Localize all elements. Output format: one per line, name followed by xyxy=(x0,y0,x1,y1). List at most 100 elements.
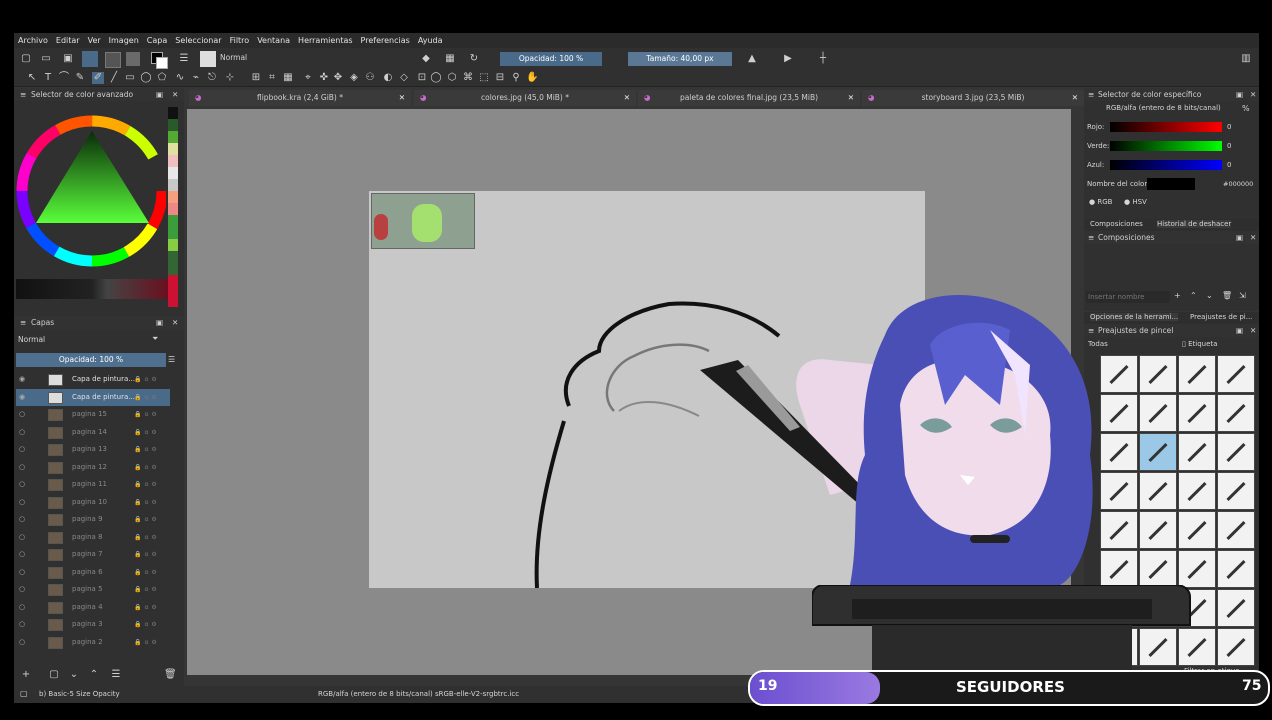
line-icon[interactable]: ╱ xyxy=(108,72,120,84)
reload-preset-icon[interactable]: ↻ xyxy=(468,53,480,65)
duplicate-layer-icon[interactable]: ▢ xyxy=(48,669,60,681)
layer-row[interactable]: ○ pagina 7 🔒α⚙ xyxy=(16,546,170,563)
color-wheel[interactable] xyxy=(16,111,166,271)
specific-menu-icon[interactable]: ≡ xyxy=(1088,88,1094,101)
azul-slider[interactable] xyxy=(1110,160,1222,170)
tab-undo-history[interactable]: Historial de deshacer xyxy=(1157,220,1232,228)
specific-close-icon[interactable]: ✕ xyxy=(1250,88,1256,101)
layer-row[interactable]: ○ pagina 13 🔒α⚙ xyxy=(16,441,170,458)
mirror-vertical-icon[interactable]: ▶ xyxy=(782,53,794,65)
layer-lock-alpha-icon[interactable]: 🔒α⚙ xyxy=(134,616,160,633)
eye-closed-icon[interactable]: ○ xyxy=(19,424,25,441)
percent-icon[interactable]: % xyxy=(1242,104,1250,113)
menu-item-6[interactable]: Filtro xyxy=(226,36,254,45)
close-tab-icon[interactable]: ✕ xyxy=(1072,90,1078,106)
shade-selector[interactable] xyxy=(16,279,168,299)
color-model-select[interactable]: RGB/alfa (entero de 8 bits/canal) xyxy=(1106,104,1221,112)
polyline-icon[interactable]: ∿ xyxy=(174,72,186,84)
add-layer-icon[interactable]: + xyxy=(20,669,32,681)
document-tab[interactable]: ◕ storyboard 3.jpg (23,5 MiB) ✕ xyxy=(862,90,1084,106)
save-icon[interactable]: ▣ xyxy=(62,53,74,65)
close-tab-icon[interactable]: ✕ xyxy=(848,90,854,106)
smart-patch-icon[interactable]: ◈ xyxy=(348,72,360,84)
menu-item-2[interactable]: Ver xyxy=(84,36,105,45)
layer-row[interactable]: ○ pagina 14 🔒α⚙ xyxy=(16,424,170,441)
layer-row[interactable]: ○ pagina 11 🔒α⚙ xyxy=(16,476,170,493)
layer-properties-icon[interactable]: ☰ xyxy=(110,669,122,681)
layers-float-icon[interactable]: ▣ xyxy=(156,316,163,329)
verde-slider[interactable] xyxy=(1110,141,1222,151)
wrap-around-icon[interactable]: ┼ xyxy=(817,53,829,65)
layer-filter-icon[interactable]: ⏷ xyxy=(152,334,158,344)
pan-icon[interactable]: ✋ xyxy=(526,72,538,84)
layers-menu-icon[interactable]: ≡ xyxy=(20,316,26,329)
brush-preset-item[interactable] xyxy=(1178,511,1216,549)
pattern-icon[interactable] xyxy=(126,52,140,66)
close-icon[interactable]: ✕ xyxy=(172,88,178,101)
layer-lock-alpha-icon[interactable]: 🔒α⚙ xyxy=(134,546,160,563)
layer-lock-alpha-icon[interactable]: 🔒α⚙ xyxy=(134,529,160,546)
brush-status[interactable]: b) Basic-5 Size Opacity xyxy=(39,690,120,698)
eye-closed-icon[interactable]: ○ xyxy=(19,511,25,528)
fill-icon[interactable]: ✜ xyxy=(318,72,330,84)
opacity-slider[interactable]: Opacidad: 100 % xyxy=(500,52,602,66)
freehand-brush-icon[interactable]: ✎ xyxy=(74,72,86,84)
new-document-icon[interactable]: ▢ xyxy=(20,53,32,65)
rect-select-icon[interactable]: ⊡ xyxy=(416,72,428,84)
layer-row[interactable]: ○ pagina 5 🔒α⚙ xyxy=(16,581,170,598)
rojo-slider[interactable] xyxy=(1110,122,1222,132)
layer-row[interactable]: ○ pagina 10 🔒α⚙ xyxy=(16,494,170,511)
compositions-close-icon[interactable]: ✕ xyxy=(1250,231,1256,244)
polygon-icon[interactable]: ⬠ xyxy=(156,72,168,84)
reference-icon[interactable]: ◇ xyxy=(398,72,410,84)
measure-icon[interactable]: ◐ xyxy=(382,72,394,84)
specific-float-icon[interactable]: ▣ xyxy=(1236,88,1243,101)
layer-lock-alpha-icon[interactable]: 🔒α⚙ xyxy=(134,511,160,528)
mirror-horizontal-icon[interactable]: ▲ xyxy=(746,53,758,65)
brush-preset-item[interactable] xyxy=(1217,550,1255,588)
compositions-float-icon[interactable]: ▣ xyxy=(1236,231,1243,244)
brush-preset-item[interactable] xyxy=(1217,511,1255,549)
comp-down-icon[interactable]: ⌄ xyxy=(1206,291,1213,300)
poly-select-icon[interactable]: ⬡ xyxy=(446,72,458,84)
layer-lock-alpha-icon[interactable]: 🔒α⚙ xyxy=(134,476,160,493)
layer-row[interactable]: ○ pagina 2 🔒α⚙ xyxy=(16,634,170,651)
menu-item-3[interactable]: Imagen xyxy=(105,36,143,45)
brush-preset-item[interactable] xyxy=(1217,589,1255,627)
menu-item-5[interactable]: Seleccionar xyxy=(171,36,225,45)
tag-button[interactable]: ▯ Etiqueta xyxy=(1182,340,1217,348)
layer-row[interactable]: ○ pagina 15 🔒α⚙ xyxy=(16,406,170,423)
color-history[interactable] xyxy=(168,107,178,307)
bezier-icon[interactable]: ⌁ xyxy=(190,72,202,84)
layer-row[interactable]: ○ pagina 12 🔒α⚙ xyxy=(16,459,170,476)
layer-lock-alpha-icon[interactable]: 🔒α⚙ xyxy=(134,441,160,458)
crop-icon[interactable]: ▦ xyxy=(282,72,294,84)
float-icon[interactable]: ▣ xyxy=(156,88,163,101)
brush-preset-item[interactable] xyxy=(1217,355,1255,393)
blend-mode-select[interactable]: Normal xyxy=(220,53,247,62)
workspace-icon[interactable]: ▥ xyxy=(1240,53,1252,65)
eraser-icon[interactable]: ◆ xyxy=(420,53,432,65)
ellipse-select-icon[interactable]: ◯ xyxy=(430,72,442,84)
document-tab[interactable]: ◕ flipbook.kra (2,4 GiB) * ✕ xyxy=(189,90,411,106)
layer-lock-alpha-icon[interactable]: 🔒α⚙ xyxy=(134,581,160,598)
layer-row[interactable]: ◉ Capa de pintura... 🔒α⚙ xyxy=(16,388,170,406)
brush-icon[interactable]: ✐ xyxy=(92,72,104,84)
freehand-select-icon[interactable]: ⌘ xyxy=(462,72,474,84)
assistant-icon[interactable]: ⚇ xyxy=(364,72,376,84)
eye-icon[interactable]: ◉ xyxy=(19,371,25,388)
preserve-alpha-icon[interactable]: ▦ xyxy=(444,53,456,65)
eye-closed-icon[interactable]: ○ xyxy=(19,599,25,616)
gradient-icon[interactable] xyxy=(105,52,121,68)
contiguous-select-icon[interactable]: ⬚ xyxy=(478,72,490,84)
menu-item-0[interactable]: Archivo xyxy=(14,36,52,45)
menu-item-10[interactable]: Ayuda xyxy=(414,36,447,45)
gradient-icon[interactable]: ⌖ xyxy=(302,72,314,84)
layer-options-icon[interactable]: ☰ xyxy=(168,355,175,364)
bezier-edit-icon[interactable]: ⌒ xyxy=(58,72,70,84)
layer-row[interactable]: ○ pagina 3 🔒α⚙ xyxy=(16,616,170,633)
move-down-icon[interactable]: ⌄ xyxy=(68,669,80,681)
background-color-swatch[interactable] xyxy=(156,57,168,69)
freehand-path-icon[interactable]: ⎋ xyxy=(206,72,218,84)
layer-row[interactable]: ○ pagina 4 🔒α⚙ xyxy=(16,599,170,616)
